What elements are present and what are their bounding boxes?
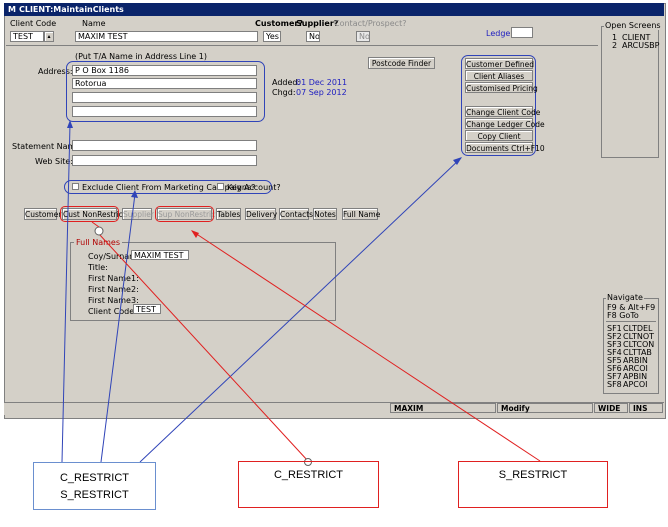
annotation-box-right: S_RESTRICT: [458, 461, 608, 508]
annotation-left-line2: S_RESTRICT: [60, 489, 129, 501]
arrow-head: [191, 230, 199, 238]
red-arrow-sup-nonrestrict: [191, 230, 541, 462]
annotation-right-text: S_RESTRICT: [498, 469, 568, 481]
annotation-middle-text: C_RESTRICT: [273, 469, 344, 481]
red-line-cust-nonrestrict: [98, 233, 309, 462]
annotation-box-left: C_RESTRICT S_RESTRICT: [33, 462, 156, 510]
connector-circle-icon: [94, 226, 104, 236]
annotation-left-line1: C_RESTRICT: [59, 472, 130, 484]
arrow-head: [67, 120, 73, 128]
blue-arrow-address: [61, 123, 71, 463]
blue-arrow-side-buttons: [139, 157, 462, 463]
red-line-stub: [91, 221, 100, 228]
blue-arrow-checkbox: [100, 193, 136, 463]
annotation-box-middle: C_RESTRICT: [238, 461, 379, 508]
arrow-head: [131, 190, 138, 198]
annotation-lines: [61, 120, 541, 466]
